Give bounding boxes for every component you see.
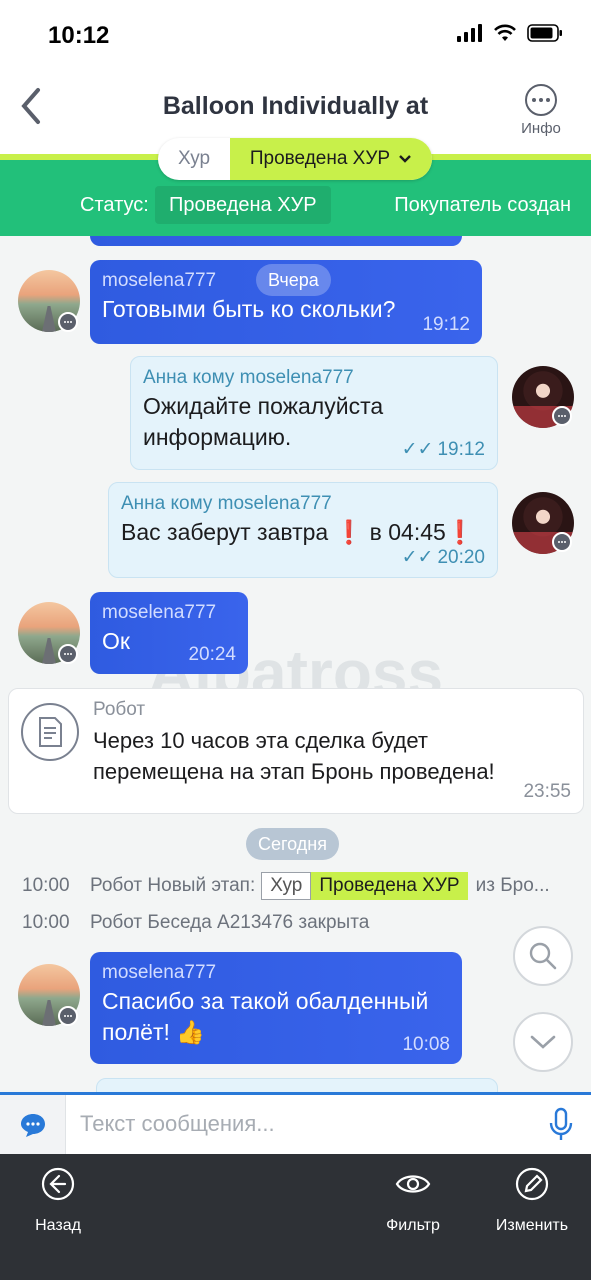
message-time: 19:12 [422,314,470,335]
message-author: Анна кому moselena777 [121,493,332,514]
chat-badge-icon [58,644,78,664]
stage-chip-current: Проведена ХУР [311,872,468,900]
day-separator: Вчера [256,264,331,296]
current-stage-label: Проведена ХУР [249,148,391,169]
page-title: Balloon Individually at [162,92,429,120]
search-icon [529,942,557,970]
stage-chip-previous: Хур [261,872,312,900]
stage-selector[interactable]: Хур Проведена ХУР [158,138,432,180]
status-bar: 10:12 [0,0,591,74]
chevron-down-icon [530,1035,556,1049]
robot-message[interactable]: Робот Через 10 часов эта сделка будет пе… [8,688,584,814]
message-bubble[interactable]: Анна кому moselena777 Ожидайте пожалуйст… [130,356,498,470]
exclamation-icon: ❗ [445,519,475,545]
info-label: Инфо [521,120,561,137]
message-author: Анна кому moselena777 [143,367,354,388]
tab-back[interactable]: Назад [8,1166,108,1235]
scroll-down-button[interactable] [513,1012,573,1072]
chat-badge-icon [552,406,572,426]
double-check-icon: ✓✓ [401,547,434,568]
bottom-tab-bar: Назад Фильтр Изменить [0,1154,591,1280]
buyer-status: Покупатель создан [394,194,571,216]
day-separator: Сегодня [246,828,339,860]
message-text: Через 10 часов эта сделка будет перемеще… [93,728,495,784]
message-time: 20:24 [188,644,236,665]
message-time: ✓✓ 20:20 [401,547,485,568]
message-time: ✓✓ 19:12 [401,439,485,460]
chat-badge-icon [552,532,572,552]
exclamation-icon: ❗ [334,519,364,545]
message-text: Спасибо за такой обалденный полёт! 👍 [102,988,429,1045]
tab-back-label: Назад [35,1217,81,1234]
tab-edit-label: Изменить [495,1217,569,1234]
status-label: Статус: [80,194,149,216]
previous-stage[interactable]: Хур [158,138,230,180]
message-text: Готовыми быть ко скольки? [102,296,396,322]
message-text: Вас заберут завтра ❗ в 04:45❗ [121,519,475,545]
cellular-signal-icon [457,24,482,42]
wifi-icon [494,24,516,41]
chat-badge-icon [58,1006,78,1026]
message-text-line: Ожидайте пожалуйста [143,393,384,419]
current-stage[interactable]: Проведена ХУР [230,138,432,180]
message-author: Робот [93,699,146,720]
search-button[interactable] [513,926,573,986]
message-author: moselena777 [102,962,217,983]
microphone-icon [549,1107,573,1140]
message-time: 23:55 [523,781,571,802]
tab-filter-label: Фильтр [386,1217,440,1234]
message-bubble-partial [96,1078,498,1092]
more-icon [525,84,557,116]
double-check-icon: ✓✓ [401,439,434,460]
microphone-button[interactable] [547,1107,575,1143]
system-event: 10:00 Робот Новый этап: Хур Проведена ХУР… [22,872,550,900]
battery-icon [527,24,562,42]
message-bubble[interactable]: moselena777 Ок 20:24 [90,592,248,674]
message-author: moselena777 [102,602,217,623]
message-input[interactable] [80,1107,520,1141]
chat-bubble-icon [20,1113,45,1137]
clock: 10:12 [48,22,110,49]
chat-feed[interactable]: Albatross Travel Egypt moselena777 Готов… [0,236,591,1092]
message-bubble-partial [90,236,462,246]
status-badge: Проведена ХУР [155,186,331,224]
chat-type-button[interactable] [0,1095,66,1154]
chevron-down-icon [399,155,411,163]
eye-icon [395,1175,431,1193]
back-arrow-circle-icon [41,1167,75,1201]
info-button[interactable]: Инфо [515,84,567,137]
message-time: 10:08 [402,1034,450,1055]
message-bubble[interactable]: Анна кому moselena777 Вас заберут завтра… [108,482,498,578]
status-icons [457,24,563,42]
tab-filter[interactable]: Фильтр [363,1166,463,1235]
document-icon [21,703,79,761]
message-composer [0,1092,591,1154]
message-bubble[interactable]: moselena777 Спасибо за такой обалденный … [90,952,462,1064]
system-event: 10:00 Робот Беседа A213476 закрыта [22,912,370,933]
tab-edit[interactable]: Изменить [482,1166,582,1235]
chat-badge-icon [58,312,78,332]
edit-pencil-icon [515,1167,549,1201]
